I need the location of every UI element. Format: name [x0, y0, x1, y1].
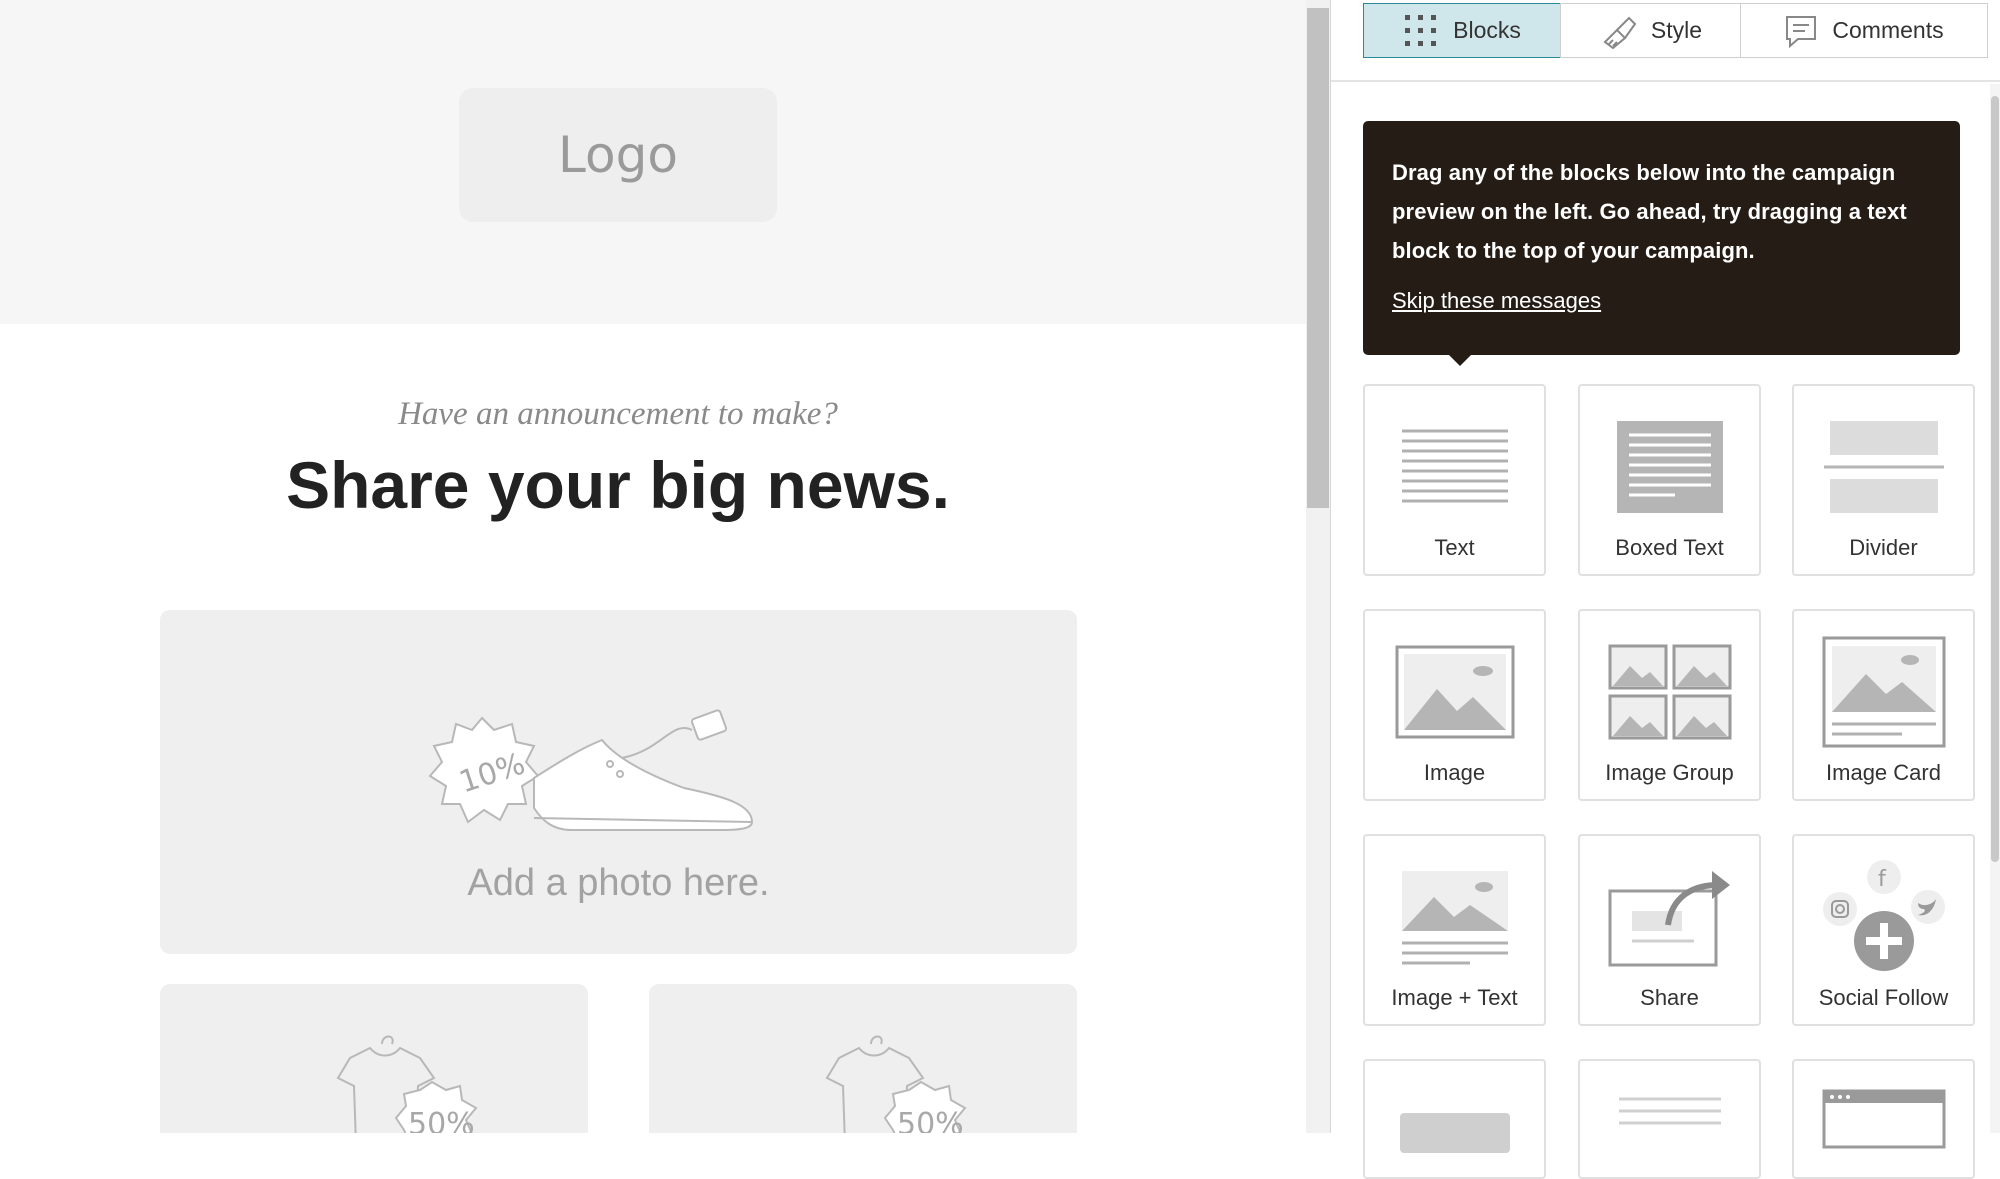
block-label: Share: [1640, 985, 1699, 1010]
campaign-preview: Logo Have an announcement to make? Share…: [0, 0, 1306, 1133]
logo-label: Logo: [558, 126, 678, 184]
block-text[interactable]: Text: [1363, 384, 1546, 576]
badge-text: 50%: [408, 1107, 475, 1133]
logo-placeholder[interactable]: Logo: [459, 88, 777, 222]
block-label: Image + Text: [1391, 985, 1518, 1010]
tab-blocks[interactable]: Blocks: [1363, 3, 1561, 58]
block-image-group[interactable]: Image Group: [1578, 609, 1761, 801]
svg-text:f: f: [1878, 867, 1887, 892]
content-sidebar: Blocks Style Comments Drag any of the bl…: [1330, 0, 2000, 1179]
block-video[interactable]: [1792, 1059, 1975, 1179]
tab-label: Comments: [1832, 17, 1944, 43]
image-group-block-icon: [1608, 644, 1731, 740]
social-follow-block-icon: f: [1822, 860, 1945, 971]
image-text-block-icon: [1401, 871, 1508, 965]
block-share[interactable]: Share: [1578, 834, 1761, 1026]
share-block-icon: [1608, 871, 1730, 967]
block-social-follow[interactable]: f Social Follow: [1792, 834, 1975, 1026]
paint-brush-icon: [1603, 16, 1637, 49]
block-image-card[interactable]: Image Card: [1792, 609, 1975, 801]
divider-block-icon: [1823, 421, 1944, 513]
headline[interactable]: Share your big news.: [0, 447, 1236, 523]
shirt-sale-illustration-icon: 50%: [825, 1035, 967, 1133]
image-card-block-icon: [1822, 636, 1945, 748]
text-block-icon: [1401, 429, 1508, 503]
preview-scrollbar-thumb[interactable]: [1307, 8, 1329, 508]
tabs-divider: [1331, 80, 2000, 82]
block-footer[interactable]: [1578, 1059, 1761, 1179]
product-placeholder-right[interactable]: 50%: [649, 984, 1077, 1133]
block-image[interactable]: Image: [1363, 609, 1546, 801]
block-label: Image Group: [1605, 760, 1734, 785]
footer-block-icon: [1619, 1097, 1721, 1125]
tab-comments[interactable]: Comments: [1740, 3, 1988, 58]
comment-icon: [1786, 15, 1817, 48]
boxed-text-block-icon: [1616, 421, 1723, 513]
announcement-tagline[interactable]: Have an announcement to make?: [0, 396, 1236, 433]
block-button[interactable]: [1363, 1059, 1546, 1179]
tab-label: Style: [1650, 17, 1703, 43]
tab-label: Blocks: [1453, 17, 1521, 43]
block-label: Image: [1423, 760, 1486, 785]
button-block-icon: [1400, 1113, 1510, 1153]
sidebar-tabs: Blocks Style Comments: [1363, 3, 1989, 60]
block-boxed-text[interactable]: Boxed Text: [1578, 384, 1761, 576]
badge-text: 50%: [897, 1107, 964, 1133]
onboarding-tooltip: Drag any of the blocks below into the ca…: [1363, 121, 1960, 366]
block-divider[interactable]: Divider: [1792, 384, 1975, 576]
skip-messages-link[interactable]: Skip these messages: [1392, 288, 1601, 314]
browser-window-icon: [1822, 1089, 1946, 1149]
grid-dots-icon: [1405, 14, 1437, 46]
sidebar-scrollbar-thumb[interactable]: [1991, 96, 1999, 862]
shoe-sale-illustration-icon: 10%: [428, 709, 754, 831]
photo-placeholder[interactable]: 10% Add a photo here.: [160, 610, 1077, 954]
image-block-icon: [1395, 645, 1514, 739]
shirt-sale-illustration-icon: 50%: [336, 1035, 478, 1133]
photo-caption: Add a photo here.: [467, 862, 770, 904]
tooltip-text: Drag any of the blocks below into the ca…: [1392, 160, 1907, 263]
block-label: Image Card: [1826, 760, 1941, 785]
tooltip-arrow: [1449, 355, 1471, 366]
product-placeholder-left[interactable]: 50%: [160, 984, 588, 1133]
block-label: Divider: [1849, 535, 1918, 560]
block-label: Text: [1434, 535, 1475, 560]
block-label: Social Follow: [1818, 985, 1949, 1010]
tab-style[interactable]: Style: [1560, 3, 1741, 58]
block-image-text[interactable]: Image + Text: [1363, 834, 1546, 1026]
block-label: Boxed Text: [1615, 535, 1724, 560]
